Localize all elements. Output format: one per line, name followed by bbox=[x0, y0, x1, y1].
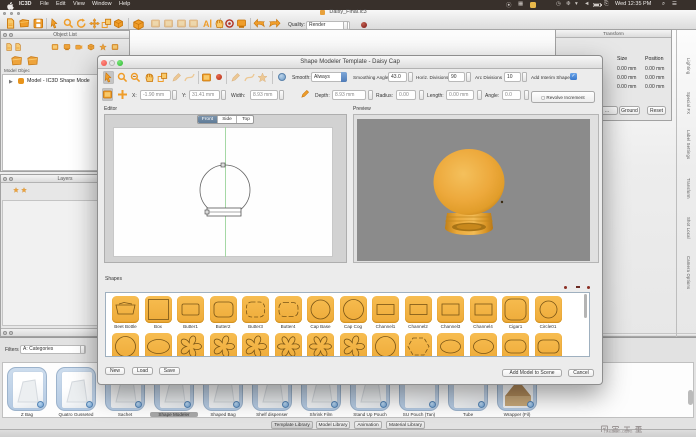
svg-text:A: A bbox=[203, 19, 210, 29]
